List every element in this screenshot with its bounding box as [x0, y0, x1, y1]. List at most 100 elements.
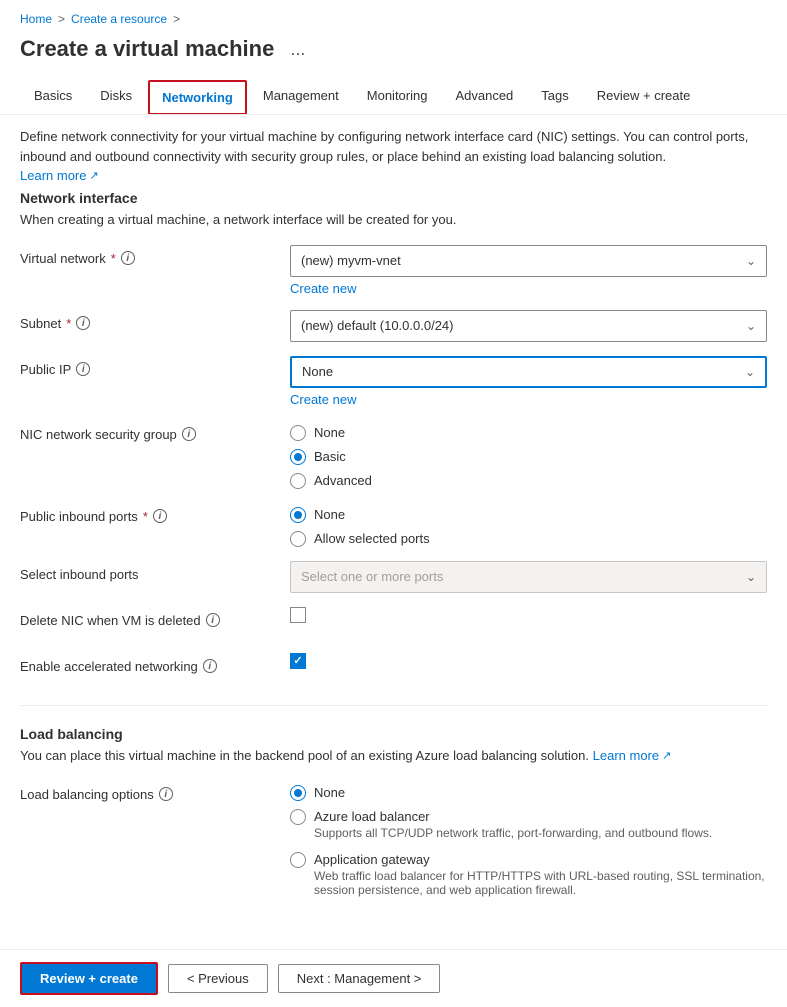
nic-nsg-label: NIC network security group i — [20, 421, 290, 442]
accelerated-networking-checkbox[interactable] — [290, 653, 306, 669]
ports-none-radio — [290, 507, 306, 523]
breadcrumb-sep1: > — [58, 12, 65, 26]
accelerated-networking-label: Enable accelerated networking i — [20, 653, 290, 674]
virtual-network-control: (new) myvm-vnet ⌄ Create new — [290, 245, 767, 296]
tab-advanced[interactable]: Advanced — [441, 78, 527, 115]
delete-nic-label: Delete NIC when VM is deleted i — [20, 607, 290, 628]
accelerated-networking-control — [290, 653, 767, 669]
network-interface-title: Network interface — [20, 190, 767, 206]
delete-nic-checkbox-item[interactable] — [290, 607, 767, 623]
accelerated-networking-checkbox-item[interactable] — [290, 653, 767, 669]
lb-appgw-sub-text: Web traffic load balancer for HTTP/HTTPS… — [314, 869, 767, 897]
load-balancing-section: Load balancing You can place this virtua… — [20, 726, 767, 897]
breadcrumb: Home > Create a resource > — [0, 0, 787, 30]
nic-nsg-advanced-option[interactable]: Advanced — [290, 473, 767, 489]
chevron-down-icon: ⌄ — [746, 319, 756, 333]
public-ip-dropdown[interactable]: None ⌄ — [290, 356, 767, 388]
main-content: Network interface When creating a virtua… — [0, 190, 787, 991]
ports-required-asterisk: * — [143, 509, 148, 524]
lb-azure-radio — [290, 809, 306, 825]
accelerated-networking-row: Enable accelerated networking i — [20, 653, 767, 685]
tab-bar: Basics Disks Networking Management Monit… — [0, 78, 787, 115]
public-ip-control: None ⌄ Create new — [290, 356, 767, 407]
tab-basics[interactable]: Basics — [20, 78, 86, 115]
nic-nsg-control: None Basic Advanced — [290, 421, 767, 489]
tab-tags[interactable]: Tags — [527, 78, 582, 115]
select-inbound-ports-label: Select inbound ports — [20, 561, 290, 582]
ellipsis-button[interactable]: ... — [284, 37, 311, 62]
nic-nsg-none-radio — [290, 425, 306, 441]
delete-nic-checkbox[interactable] — [290, 607, 306, 623]
load-balancing-options-control: None Azure load balancer Supports all TC… — [290, 781, 767, 897]
lb-radio-group: None Azure load balancer Supports all TC… — [290, 781, 767, 897]
page-title: Create a virtual machine — [20, 36, 274, 62]
load-balancing-options-label: Load balancing options i — [20, 781, 290, 802]
nic-nsg-advanced-radio — [290, 473, 306, 489]
lb-azure-sub-text: Supports all TCP/UDP network traffic, po… — [314, 826, 767, 840]
tab-disks[interactable]: Disks — [86, 78, 146, 115]
ports-none-option[interactable]: None — [290, 507, 767, 523]
lb-none-option[interactable]: None — [290, 785, 767, 801]
chevron-down-icon: ⌄ — [746, 570, 756, 584]
chevron-down-icon: ⌄ — [746, 254, 756, 268]
external-link-icon: ↗ — [89, 168, 98, 185]
virtual-network-label: Virtual network * i — [20, 245, 290, 266]
public-ip-create-new[interactable]: Create new — [290, 392, 767, 407]
nic-nsg-info-icon[interactable]: i — [182, 427, 196, 441]
tab-management[interactable]: Management — [249, 78, 353, 115]
virtual-network-row: Virtual network * i (new) myvm-vnet ⌄ Cr… — [20, 245, 767, 296]
breadcrumb-sep2: > — [173, 12, 180, 26]
delete-nic-info-icon[interactable]: i — [206, 613, 220, 627]
review-create-button[interactable]: Review + create — [20, 962, 158, 995]
lb-none-group: None — [290, 785, 767, 801]
public-ip-info-icon[interactable]: i — [76, 362, 90, 376]
load-balancing-learn-more[interactable]: Learn more ↗ — [593, 748, 672, 763]
page-title-row: Create a virtual machine ... — [0, 30, 787, 78]
virtual-network-info-icon[interactable]: i — [121, 251, 135, 265]
breadcrumb-home[interactable]: Home — [20, 12, 52, 26]
nic-nsg-row: NIC network security group i None Basic — [20, 421, 767, 489]
accelerated-networking-info-icon[interactable]: i — [203, 659, 217, 673]
public-ip-row: Public IP i None ⌄ Create new — [20, 356, 767, 407]
lb-none-radio — [290, 785, 306, 801]
description-text: Define network connectivity for your vir… — [20, 127, 767, 166]
previous-button[interactable]: < Previous — [168, 964, 268, 993]
network-interface-section: Network interface When creating a virtua… — [20, 190, 767, 685]
tab-monitoring[interactable]: Monitoring — [353, 78, 442, 115]
public-inbound-ports-label: Public inbound ports * i — [20, 503, 290, 524]
description-box: Define network connectivity for your vir… — [0, 115, 787, 190]
subnet-row: Subnet * i (new) default (10.0.0.0/24) ⌄ — [20, 310, 767, 342]
public-ip-label: Public IP i — [20, 356, 290, 377]
select-inbound-ports-control: Select one or more ports ⌄ — [290, 561, 767, 593]
lb-appgw-group: Application gateway Web traffic load bal… — [290, 852, 767, 897]
learn-more-link[interactable]: Learn more ↗ — [20, 166, 99, 186]
nic-nsg-basic-option[interactable]: Basic — [290, 449, 767, 465]
nic-nsg-none-option[interactable]: None — [290, 425, 767, 441]
public-inbound-ports-row: Public inbound ports * i None Allow sele… — [20, 503, 767, 547]
delete-nic-control — [290, 607, 767, 623]
footer: Review + create < Previous Next : Manage… — [0, 949, 787, 1007]
load-balancing-options-row: Load balancing options i None — [20, 781, 767, 897]
subnet-dropdown[interactable]: (new) default (10.0.0.0/24) ⌄ — [290, 310, 767, 342]
tab-networking[interactable]: Networking — [148, 80, 247, 115]
tab-review-create[interactable]: Review + create — [583, 78, 705, 115]
ports-allow-radio — [290, 531, 306, 547]
subnet-control: (new) default (10.0.0.0/24) ⌄ — [290, 310, 767, 342]
select-inbound-ports-dropdown[interactable]: Select one or more ports ⌄ — [290, 561, 767, 593]
virtual-network-dropdown[interactable]: (new) myvm-vnet ⌄ — [290, 245, 767, 277]
lb-azure-option[interactable]: Azure load balancer — [290, 809, 767, 825]
subnet-required-asterisk: * — [66, 316, 71, 331]
nic-nsg-basic-radio — [290, 449, 306, 465]
ports-allow-option[interactable]: Allow selected ports — [290, 531, 767, 547]
lb-options-info-icon[interactable]: i — [159, 787, 173, 801]
lb-appgw-option[interactable]: Application gateway — [290, 852, 767, 868]
nic-nsg-radio-group: None Basic Advanced — [290, 421, 767, 489]
load-balancing-title: Load balancing — [20, 726, 767, 742]
required-asterisk: * — [111, 251, 116, 266]
virtual-network-create-new[interactable]: Create new — [290, 281, 767, 296]
subnet-label: Subnet * i — [20, 310, 290, 331]
breadcrumb-create-resource[interactable]: Create a resource — [71, 12, 167, 26]
subnet-info-icon[interactable]: i — [76, 316, 90, 330]
ports-info-icon[interactable]: i — [153, 509, 167, 523]
next-button[interactable]: Next : Management > — [278, 964, 441, 993]
